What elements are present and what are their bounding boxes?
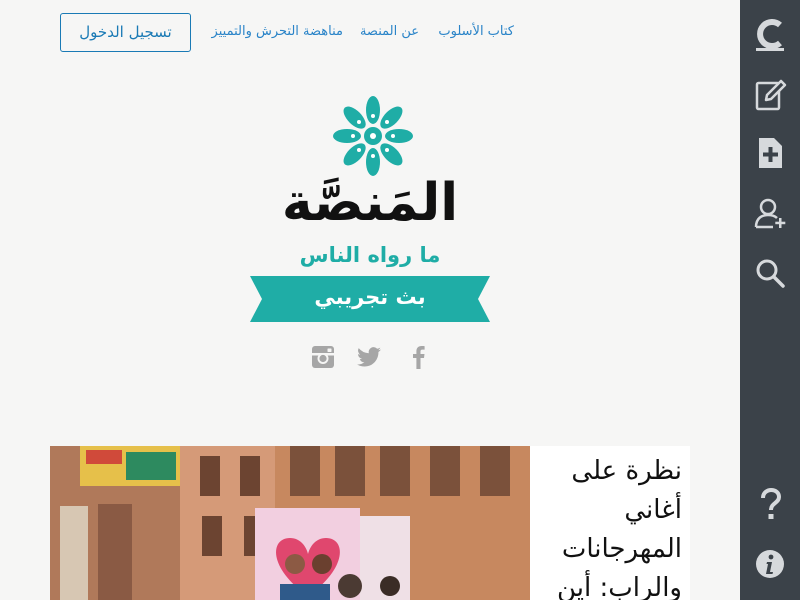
search-icon[interactable] [753,256,787,290]
top-navigation: تسجيل الدخول مناهضة التحرش والتمييز عن ا… [60,13,520,52]
add-user-icon[interactable] [753,196,787,230]
write-icon[interactable] [753,78,787,112]
twitter-icon[interactable] [356,344,382,370]
logo-ribbon-label: بث تجريبي [314,285,426,309]
logo-subtitle: ما رواه الناس [299,243,441,267]
site-header: تسجيل الدخول مناهضة التحرش والتمييز عن ا… [0,0,740,406]
new-document-icon[interactable] [753,136,787,170]
help-icon[interactable] [753,488,787,522]
social-links [308,344,432,370]
info-icon[interactable] [753,547,787,581]
instagram-icon[interactable] [310,344,336,370]
medium-logo-icon[interactable] [753,17,787,51]
featured-article-card[interactable]: نظرة على أغاني المهرجانات والراب: أين [50,446,690,600]
right-sidebar [740,0,800,600]
site-logo[interactable]: المَنصَّة ما رواه الناس بث تجريبي [250,96,490,324]
flower-emblem-icon [333,96,413,176]
main-content: تسجيل الدخول مناهضة التحرش والتمييز عن ا… [0,0,740,600]
article-title[interactable]: نظرة على أغاني المهرجانات والراب: أين [532,452,682,600]
nav-link-anti-harassment[interactable]: مناهضة التحرش والتمييز [212,24,343,39]
facebook-icon[interactable] [406,344,432,370]
nav-link-style-guide[interactable]: كتاب الأسلوب [438,24,514,39]
login-button[interactable]: تسجيل الدخول [60,13,191,52]
article-image[interactable] [50,446,530,600]
nav-link-about[interactable]: عن المنصة [360,24,419,39]
logo-title: المَنصَّة [281,173,459,233]
